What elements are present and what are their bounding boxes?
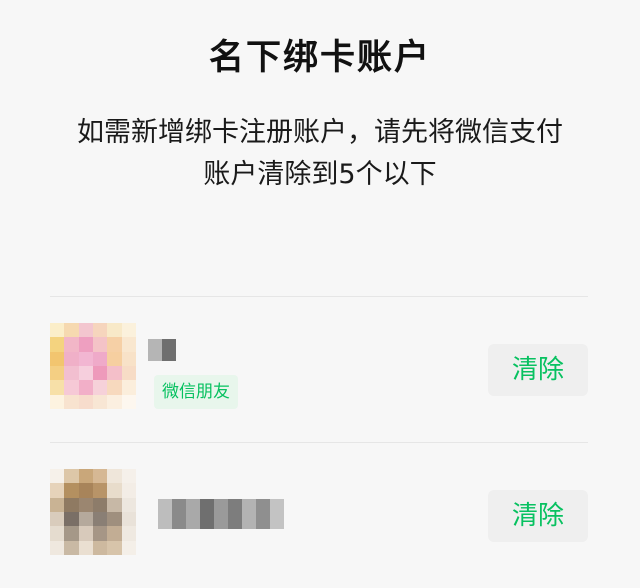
account-name-blurred [148, 339, 176, 361]
notice-line-1: 如需新增绑卡注册账户，请先将微信支付 [77, 117, 563, 148]
avatar [50, 469, 136, 555]
account-row: 微信朋友 清除 [50, 297, 588, 442]
bound-accounts-page: 名下绑卡账户 如需新增绑卡注册账户，请先将微信支付 账户清除到5个以下 微信朋友… [0, 0, 640, 588]
clear-button[interactable]: 清除 [488, 490, 588, 542]
notice-line-2: 账户清除到5个以下 [203, 159, 437, 190]
relationship-tag: 微信朋友 [154, 375, 238, 409]
account-name-blurred [158, 499, 284, 529]
notice-text: 如需新增绑卡注册账户，请先将微信支付 账户清除到5个以下 [40, 112, 600, 196]
avatar [50, 323, 136, 409]
clear-button[interactable]: 清除 [488, 344, 588, 396]
page-title: 名下绑卡账户 [208, 38, 431, 78]
account-row: 清除 [50, 443, 588, 588]
